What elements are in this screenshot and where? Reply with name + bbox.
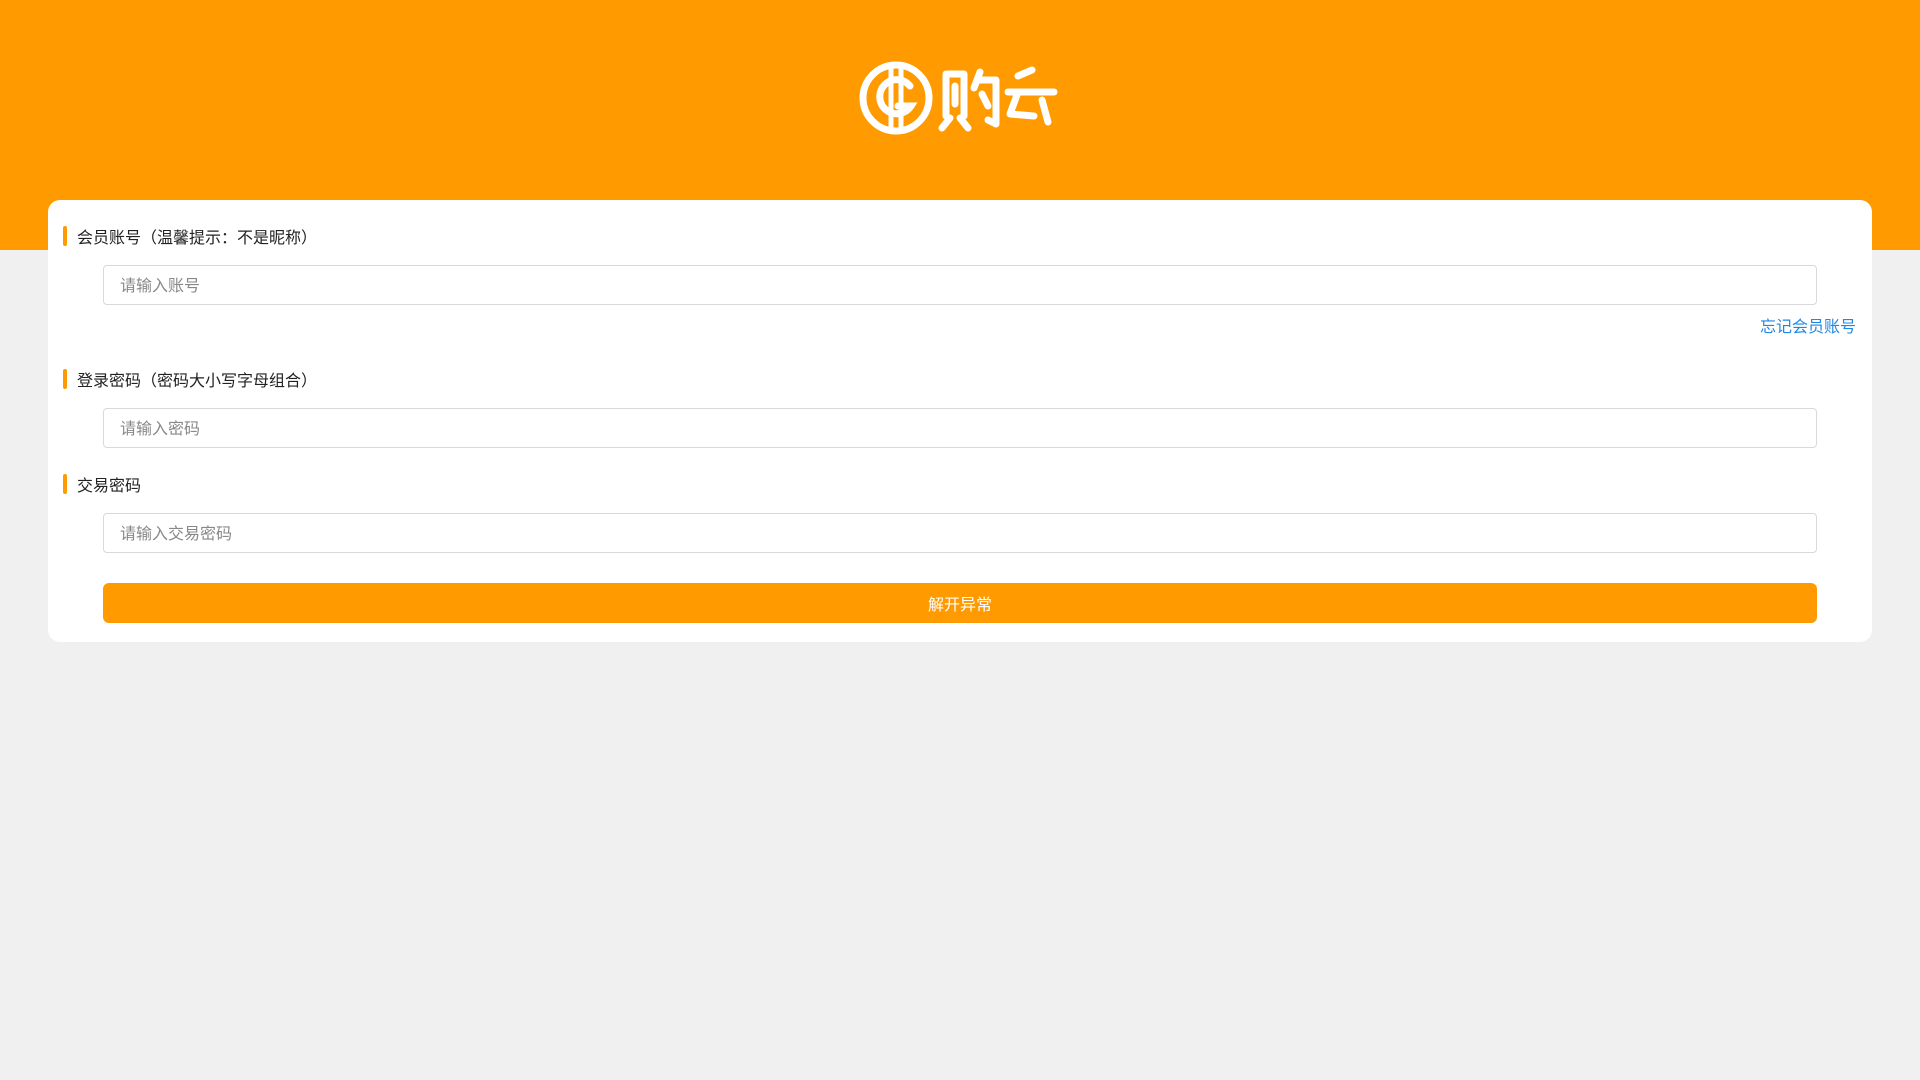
trade-password-input[interactable]	[103, 513, 1817, 553]
label-accent-bar	[63, 474, 67, 494]
account-label: 会员账号（温馨提示：不是昵称）	[63, 225, 317, 247]
trade-password-label: 交易密码	[63, 473, 141, 495]
unlock-button[interactable]: 解开异常	[103, 583, 1817, 623]
password-label-text: 登录密码（密码大小写字母组合）	[77, 371, 318, 390]
password-input[interactable]	[103, 408, 1817, 448]
password-label: 登录密码（密码大小写字母组合）	[63, 368, 317, 390]
brand-logo	[858, 58, 1064, 138]
label-accent-bar	[63, 226, 67, 246]
unlock-form-card: 会员账号（温馨提示：不是昵称） 忘记会员账号 登录密码（密码大小写字母组合） 交…	[48, 200, 1872, 642]
account-label-text: 会员账号（温馨提示：不是昵称）	[77, 228, 318, 247]
trade-password-label-text: 交易密码	[77, 476, 142, 495]
account-input[interactable]	[103, 265, 1817, 305]
label-accent-bar	[63, 369, 67, 389]
forgot-account-link[interactable]: 忘记会员账号	[1760, 313, 1856, 337]
brand-logo-mark	[859, 61, 1058, 135]
